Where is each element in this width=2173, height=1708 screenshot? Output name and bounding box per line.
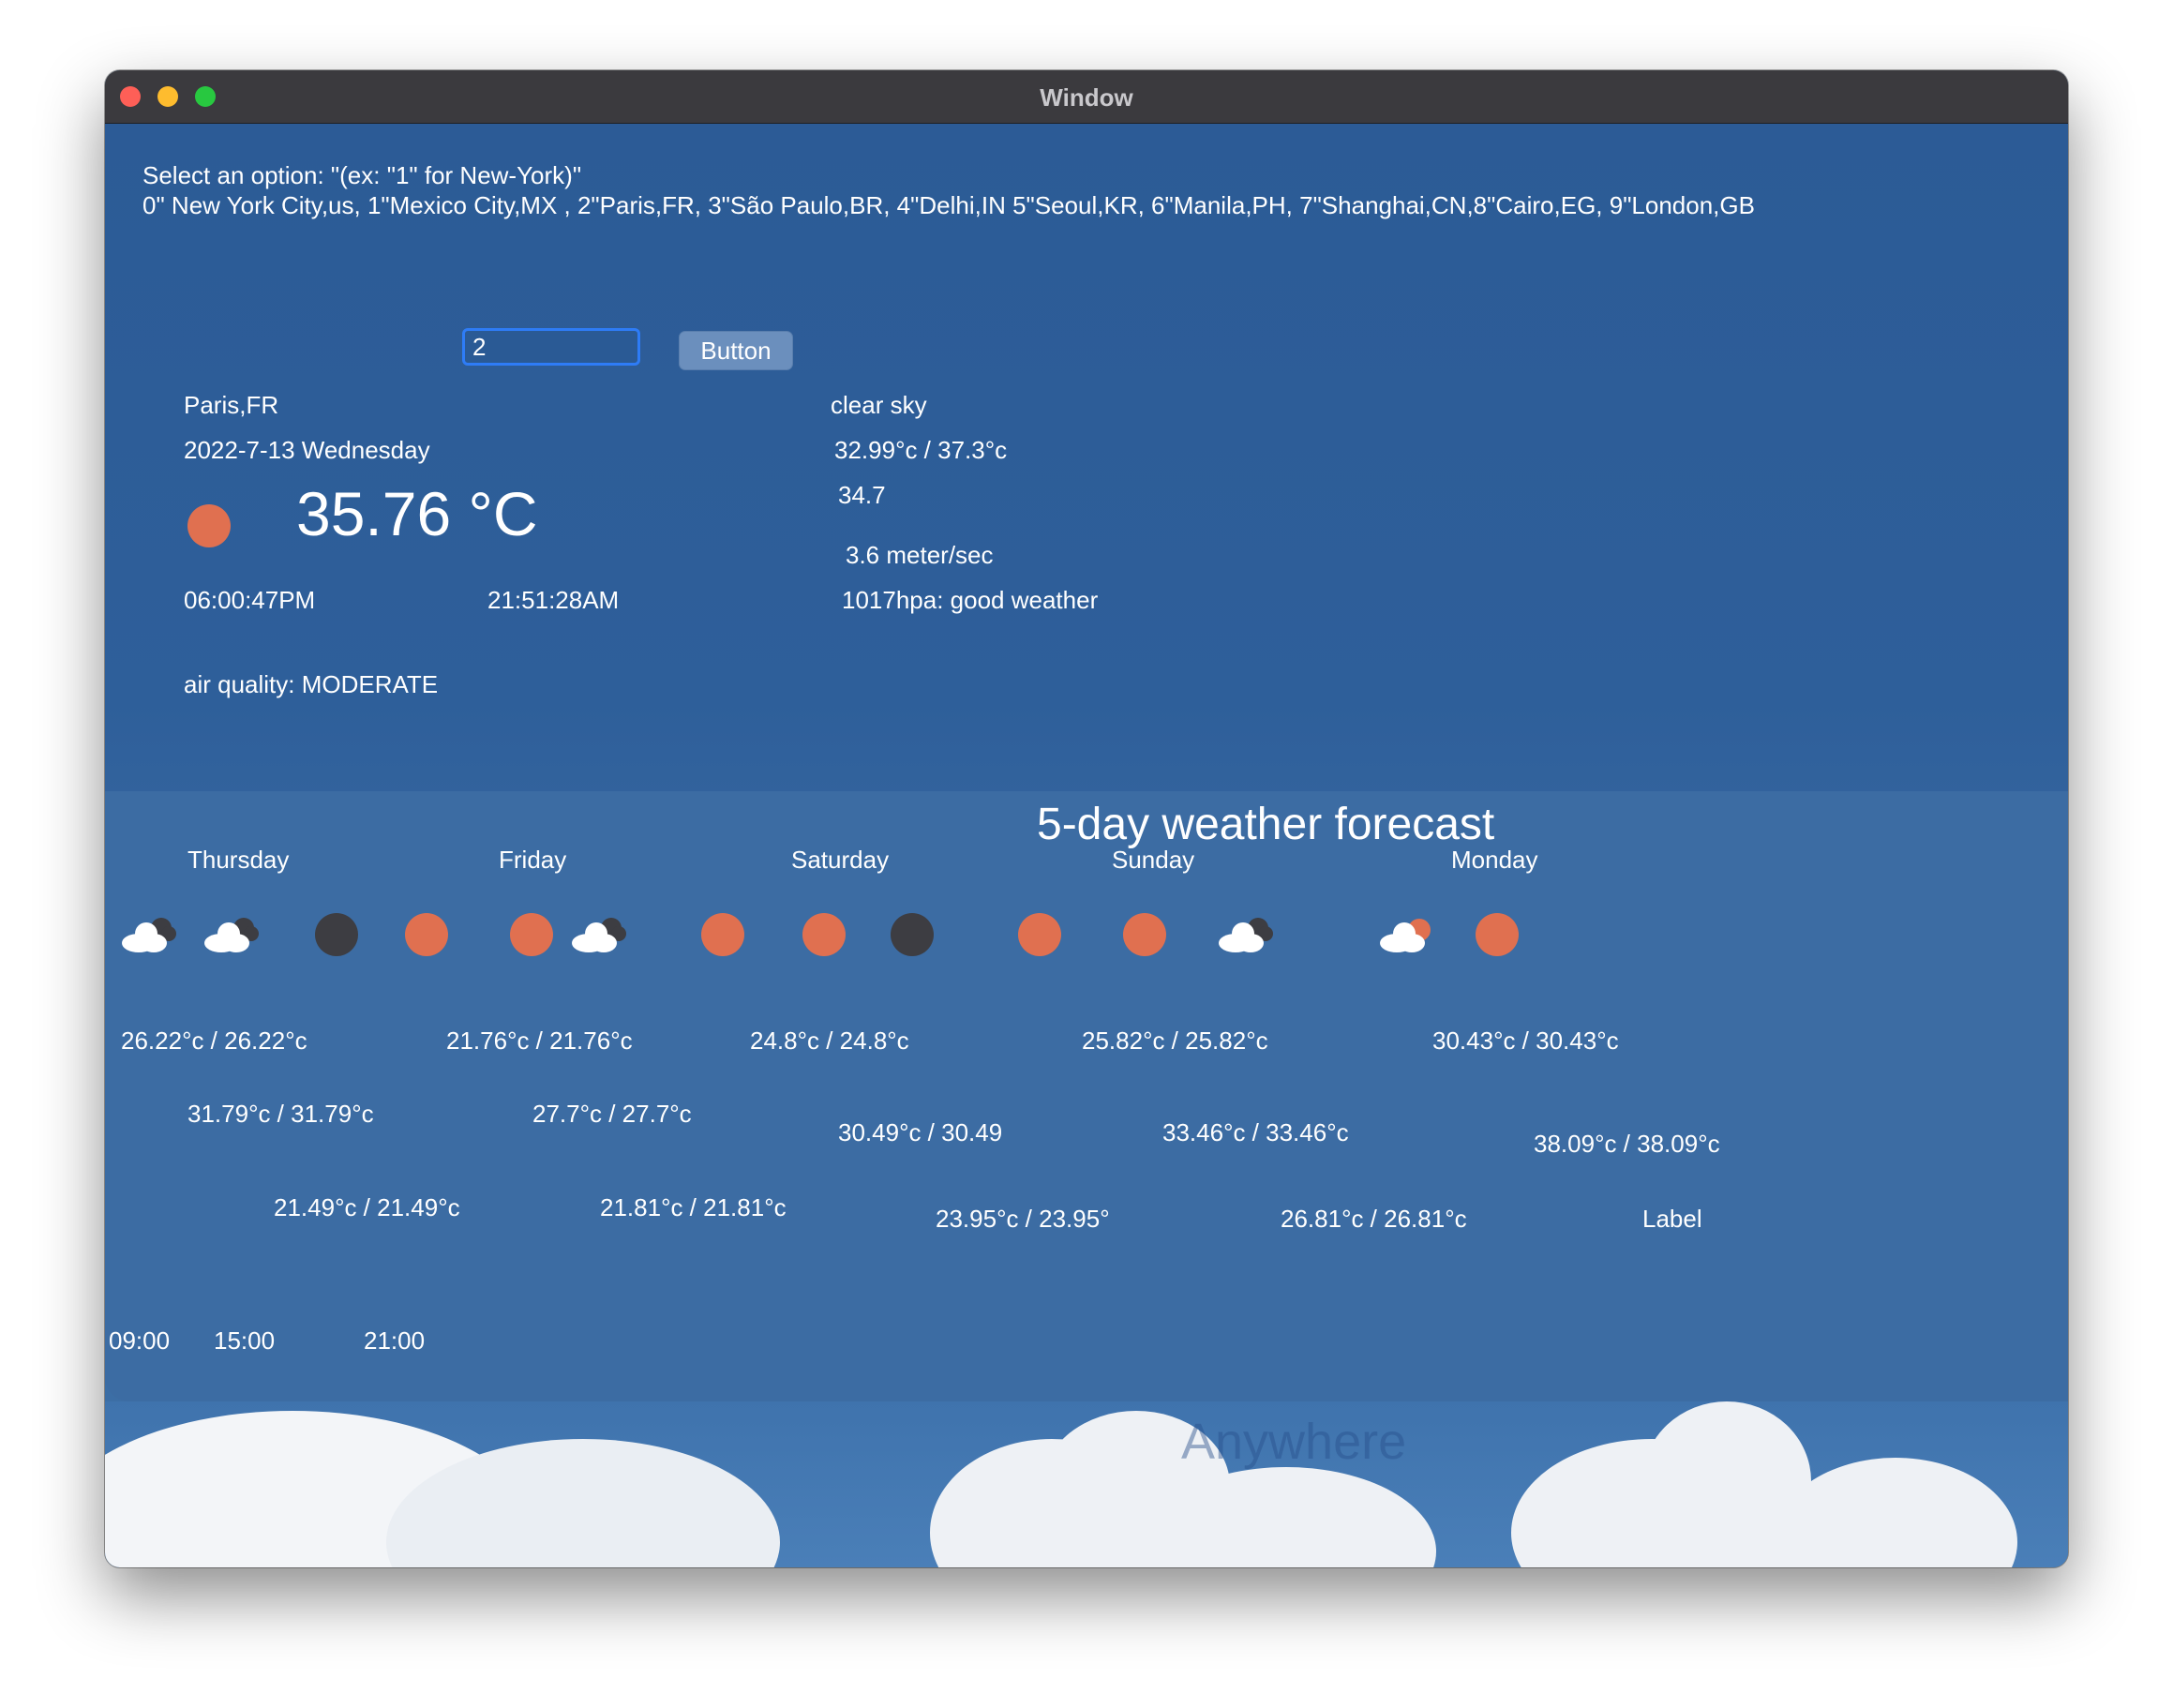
window-title: Window <box>1040 83 1133 112</box>
main-content: Select an option: "(ex: "1" for New-York… <box>105 124 2068 1567</box>
sun-icon <box>510 913 553 956</box>
cloud-sun-icon <box>1380 919 1431 952</box>
forecast-temp: 31.79°c / 31.79°c <box>187 1100 374 1128</box>
forecast-title: 5-day weather forecast <box>1037 800 1495 849</box>
forecast-temp: 24.8°c / 24.8°c <box>750 1026 909 1055</box>
sun-icon <box>405 913 448 956</box>
cloud-night-icon <box>122 918 176 952</box>
cloud-night-icon <box>1219 918 1273 952</box>
title-bar: Window <box>105 70 2068 124</box>
forecast-day: Sunday <box>1112 846 1195 874</box>
sun-icon <box>1123 913 1166 956</box>
weather-description: clear sky <box>831 391 927 419</box>
forecast-temp: 26.22°c / 26.22°c <box>121 1026 307 1055</box>
submit-button[interactable]: Button <box>679 331 793 370</box>
anywhere-watermark: Anywhere <box>1181 1414 1407 1470</box>
forecast-temp: 30.49°c / 30.49 <box>838 1118 1003 1146</box>
forecast-day: Friday <box>499 846 567 874</box>
city-option-input[interactable] <box>462 328 640 366</box>
forecast-temp: 33.46°c / 33.46°c <box>1162 1118 1349 1146</box>
sun-icon <box>1476 913 1519 956</box>
wind-speed: 3.6 meter/sec <box>846 541 994 569</box>
app-window: Window Select an option: "(ex: "1" for N… <box>105 70 2068 1567</box>
sun-icon <box>187 504 231 547</box>
forecast-label: Label <box>1642 1205 1702 1233</box>
forecast-day: Thursday <box>187 846 290 874</box>
forecast-time: 21:00 <box>364 1326 426 1355</box>
cloud-night-icon <box>204 918 259 952</box>
forecast-day: Monday <box>1451 846 1538 874</box>
sunset-time: 21:51:28AM <box>487 586 620 614</box>
forecast-temp: 30.43°c / 30.43°c <box>1432 1026 1619 1055</box>
current-date: 2022-7-13 Wednesday <box>184 436 430 464</box>
forecast-time: 15:00 <box>214 1326 276 1355</box>
sunrise-time: 06:00:47PM <box>184 586 316 614</box>
min-max-temperature: 32.99°c / 37.3°c <box>834 436 1008 464</box>
sun-icon <box>1018 913 1061 956</box>
air-quality: air quality: MODERATE <box>184 670 439 698</box>
forecast-temp: 27.7°c / 27.7°c <box>532 1100 692 1128</box>
forecast-temp: 23.95°c / 23.95° <box>936 1205 1110 1233</box>
sun-icon <box>701 913 744 956</box>
pressure: 1017hpa: good weather <box>842 586 1099 614</box>
sun-icon <box>802 913 846 956</box>
instructions-line-1: Select an option: "(ex: "1" for New-York… <box>142 161 582 189</box>
instructions-line-2: 0" New York City,us, 1"Mexico City,MX , … <box>142 191 1755 219</box>
forecast-temp: 21.81°c / 21.81°c <box>600 1193 787 1221</box>
forecast-day: Saturday <box>791 846 890 874</box>
forecast-temp: 21.49°c / 21.49°c <box>274 1193 460 1221</box>
forecast-temp: 38.09°c / 38.09°c <box>1534 1130 1720 1158</box>
forecast-time: 09:00 <box>109 1326 171 1355</box>
forecast-panel <box>105 791 2068 1401</box>
forecast-temp: 25.82°c / 25.82°c <box>1082 1026 1268 1055</box>
feels-like: 34.7 <box>838 481 886 509</box>
moon-icon <box>891 913 934 956</box>
forecast-temp: 26.81°c / 26.81°c <box>1281 1205 1467 1233</box>
forecast-temp: 21.76°c / 21.76°c <box>446 1026 633 1055</box>
moon-icon <box>315 913 358 956</box>
background-sky <box>105 1401 2068 1567</box>
city-name: Paris,FR <box>184 391 279 419</box>
cloud-night-icon <box>572 918 626 952</box>
current-temperature: 35.76 °C <box>296 479 538 548</box>
